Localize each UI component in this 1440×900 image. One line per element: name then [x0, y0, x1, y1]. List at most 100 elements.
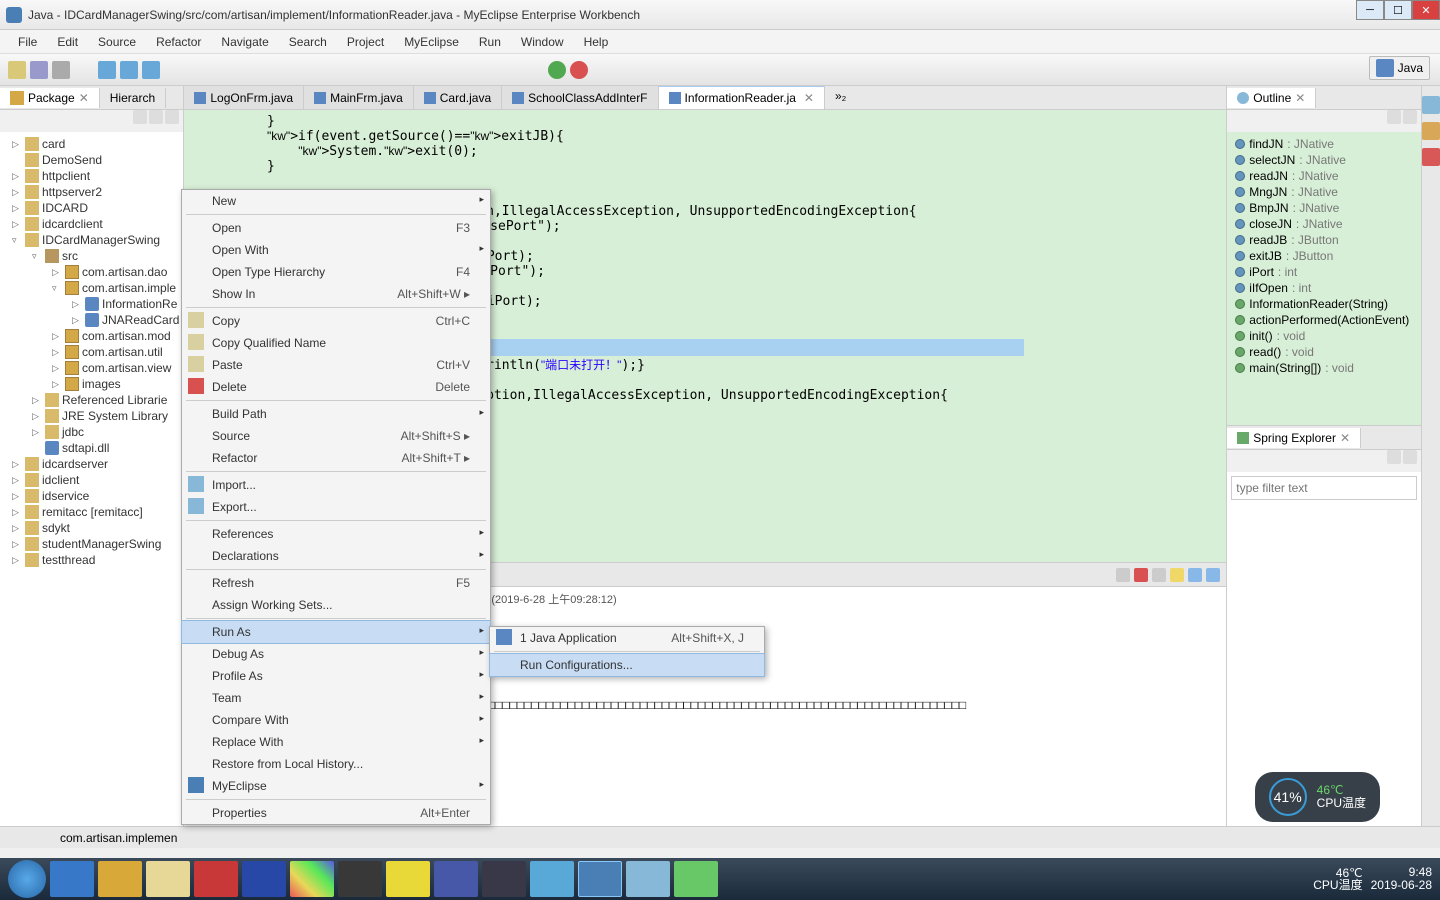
- submenu-run-configurations[interactable]: Run Configurations...: [489, 653, 765, 677]
- tree-item[interactable]: ▷idcardserver: [0, 456, 183, 472]
- tree-item[interactable]: ▷sdykt: [0, 520, 183, 536]
- ctx-references[interactable]: References▸: [182, 523, 490, 545]
- tree-item[interactable]: ▷remitacc [remitacc]: [0, 504, 183, 520]
- submenu-java-application[interactable]: 1 Java ApplicationAlt+Shift+X, J: [490, 627, 764, 649]
- editor-tab[interactable]: LogOnFrm.java: [184, 86, 304, 109]
- editor-tab-active[interactable]: InformationReader.ja✕: [659, 86, 825, 109]
- tree-item[interactable]: ▷idservice: [0, 488, 183, 504]
- tree-item[interactable]: ▷InformationRe: [0, 296, 183, 312]
- ctx-team[interactable]: Team▸: [182, 687, 490, 709]
- tool-icon[interactable]: [98, 61, 116, 79]
- ctx-open[interactable]: OpenF3: [182, 217, 490, 239]
- sort-icon[interactable]: [1387, 110, 1401, 124]
- tree-item[interactable]: ▷idclient: [0, 472, 183, 488]
- tree-item[interactable]: ▷images: [0, 376, 183, 392]
- outline-item[interactable]: iIfOpen : int: [1231, 280, 1417, 296]
- spring-filter-input[interactable]: [1231, 476, 1417, 500]
- taskbar-app-icon[interactable]: [626, 861, 670, 897]
- save-icon[interactable]: [30, 61, 48, 79]
- ctx-build-path[interactable]: Build Path▸: [182, 403, 490, 425]
- menu-navigate[interactable]: Navigate: [211, 35, 278, 49]
- ctx-copy-qualified[interactable]: Copy Qualified Name: [182, 332, 490, 354]
- debug-icon[interactable]: [570, 61, 588, 79]
- ctx-open-type-hierarchy[interactable]: Open Type HierarchyF4: [182, 261, 490, 283]
- close-icon[interactable]: ✕: [79, 91, 89, 105]
- editor-tab[interactable]: Card.java: [414, 86, 502, 109]
- collapse-icon[interactable]: [133, 110, 147, 124]
- ctx-declarations[interactable]: Declarations▸: [182, 545, 490, 567]
- taskbar-app-icon[interactable]: [386, 861, 430, 897]
- tree-item[interactable]: ▿com.artisan.imple: [0, 280, 183, 296]
- ctx-properties[interactable]: PropertiesAlt+Enter: [182, 802, 490, 824]
- tray-clock[interactable]: 9:48 2019-06-28: [1371, 866, 1432, 892]
- maximize-button[interactable]: ☐: [1384, 0, 1412, 20]
- clear-icon[interactable]: [1170, 568, 1184, 582]
- ctx-assign-working-sets[interactable]: Assign Working Sets...: [182, 594, 490, 616]
- menu-icon[interactable]: [165, 110, 179, 124]
- close-icon[interactable]: ✕: [1295, 91, 1305, 105]
- ctx-profile-as[interactable]: Profile As▸: [182, 665, 490, 687]
- close-icon[interactable]: ✕: [1340, 431, 1350, 445]
- link-icon[interactable]: [1403, 450, 1417, 464]
- taskbar-app-icon[interactable]: [530, 861, 574, 897]
- ctx-source[interactable]: SourceAlt+Shift+S ▸: [182, 425, 490, 447]
- ctx-debug-as[interactable]: Debug As▸: [182, 643, 490, 665]
- menu-source[interactable]: Source: [88, 35, 146, 49]
- outline-item[interactable]: selectJN : JNative: [1231, 152, 1417, 168]
- spring-tab[interactable]: Spring Explorer ✕: [1227, 428, 1361, 448]
- outline-item[interactable]: BmpJN : JNative: [1231, 200, 1417, 216]
- outline-item[interactable]: findJN : JNative: [1231, 136, 1417, 152]
- menu-myeclipse[interactable]: MyEclipse: [394, 35, 469, 49]
- ctx-show-in[interactable]: Show InAlt+Shift+W ▸: [182, 283, 490, 305]
- tree-item[interactable]: ▷card: [0, 136, 183, 152]
- close-button[interactable]: ✕: [1412, 0, 1440, 20]
- ctx-paste[interactable]: PasteCtrl+V: [182, 354, 490, 376]
- taskbar-ie-icon[interactable]: [50, 861, 94, 897]
- tree-item[interactable]: ▷com.artisan.util: [0, 344, 183, 360]
- tree-item[interactable]: ▷IDCARD: [0, 200, 183, 216]
- ctx-replace-with[interactable]: Replace With▸: [182, 731, 490, 753]
- taskbar-app-icon[interactable]: [338, 861, 382, 897]
- taskbar-chrome-icon[interactable]: [290, 861, 334, 897]
- outline-tree[interactable]: findJN : JNativeselectJN : JNativereadJN…: [1227, 132, 1421, 425]
- tree-item[interactable]: ▷idcardclient: [0, 216, 183, 232]
- tree-item[interactable]: ▿src: [0, 248, 183, 264]
- lock-icon[interactable]: [1206, 568, 1220, 582]
- editor-overflow[interactable]: »₂: [825, 86, 856, 109]
- terminate-icon[interactable]: [1116, 568, 1130, 582]
- package-tree[interactable]: ▷cardDemoSend▷httpclient▷httpserver2▷IDC…: [0, 132, 183, 826]
- outline-item[interactable]: InformationReader(String): [1231, 296, 1417, 312]
- menu-search[interactable]: Search: [279, 35, 337, 49]
- ctx-copy[interactable]: CopyCtrl+C: [182, 310, 490, 332]
- temperature-widget[interactable]: 41% 46℃ CPU温度: [1255, 772, 1380, 822]
- tree-item[interactable]: ▷studentManagerSwing: [0, 536, 183, 552]
- editor-tab[interactable]: SchoolClassAddInterF: [502, 86, 658, 109]
- tree-item[interactable]: ▷com.artisan.mod: [0, 328, 183, 344]
- ctx-refactor[interactable]: RefactorAlt+Shift+T ▸: [182, 447, 490, 469]
- tree-item[interactable]: DemoSend: [0, 152, 183, 168]
- tree-item[interactable]: ▷Referenced Librarie: [0, 392, 183, 408]
- menu-project[interactable]: Project: [337, 35, 394, 49]
- saveall-icon[interactable]: [52, 61, 70, 79]
- minimize-button[interactable]: ─: [1356, 0, 1384, 20]
- outline-item[interactable]: readJN : JNative: [1231, 168, 1417, 184]
- fastview-icon[interactable]: [1422, 122, 1440, 140]
- taskbar-app-icon[interactable]: [194, 861, 238, 897]
- removeall-icon[interactable]: [1152, 568, 1166, 582]
- tree-item[interactable]: ▷httpclient: [0, 168, 183, 184]
- taskbar-app-icon[interactable]: [434, 861, 478, 897]
- ctx-new[interactable]: New▸: [182, 190, 490, 212]
- new-icon[interactable]: [8, 61, 26, 79]
- ctx-compare-with[interactable]: Compare With▸: [182, 709, 490, 731]
- menu-run[interactable]: Run: [469, 35, 511, 49]
- package-tab[interactable]: Package ✕: [0, 88, 100, 108]
- hierarchy-tab[interactable]: Hierarch: [100, 88, 166, 108]
- tree-item[interactable]: ▷testthread: [0, 552, 183, 568]
- fastview-icon[interactable]: [1422, 148, 1440, 166]
- taskbar-eclipse-icon[interactable]: [578, 861, 622, 897]
- outline-item[interactable]: init() : void: [1231, 328, 1417, 344]
- tree-item[interactable]: ▿IDCardManagerSwing: [0, 232, 183, 248]
- outline-item[interactable]: read() : void: [1231, 344, 1417, 360]
- scroll-icon[interactable]: [1188, 568, 1202, 582]
- tree-item[interactable]: ▷httpserver2: [0, 184, 183, 200]
